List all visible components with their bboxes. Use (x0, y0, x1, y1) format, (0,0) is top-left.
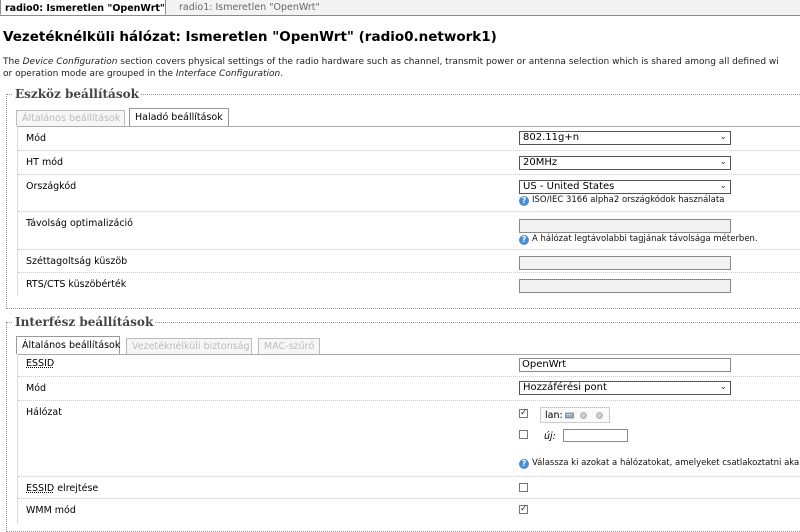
tab-radio0[interactable]: radio0: Ismeretlen "OpenWrt" (0, 0, 166, 15)
country-value: US - United States (523, 181, 615, 192)
network-hint-text: Válassza ki azokat a hálózatokat, amelye… (532, 458, 800, 468)
row-essid: ESSID OpenWrt (18, 355, 800, 377)
country-hint: ? ISO/IEC 3166 alpha2 országkódok használ… (519, 195, 724, 206)
page-description: The Device Configuration section covers … (3, 56, 800, 80)
network-hint: ? Válassza ki azokat a hálózatokat, amely… (519, 458, 800, 469)
essid-label-text: ESSID (26, 358, 55, 369)
new-network-label: új: (544, 431, 556, 442)
row-mode: Mód 802.11g+n ⌄ (18, 127, 800, 151)
iface-mode-value: Hozzáférési pont (523, 382, 607, 393)
country-hint-text: ISO/IEC 3166 alpha2 országkódok használa… (532, 195, 725, 205)
lan-checkbox[interactable]: ✓ (519, 409, 528, 418)
network-label: Hálózat (26, 407, 62, 418)
frag-label: Széttagoltság küszöb (26, 256, 128, 267)
radio-tab-bar: radio0: Ismeretlen "OpenWrt" radio1: Ism… (0, 0, 800, 16)
interface-settings-legend: Interfész beállítások (13, 315, 156, 329)
lan-label: lan: (545, 410, 563, 421)
distance-label: Távolság optimalizáció (26, 218, 133, 229)
essid-label: ESSID (26, 358, 54, 369)
frag-input[interactable] (519, 256, 731, 270)
desc-text: . (280, 69, 284, 79)
distance-hint: ? A hálózat legtávolabbi tagjának távolsá… (519, 234, 758, 245)
chevron-down-icon: ⌄ (719, 382, 727, 392)
tab-iface-security[interactable]: Vezetéknélküli biztonság (126, 338, 252, 354)
desc-em-interface: Interface Configuration (175, 69, 281, 79)
tab-device-general[interactable]: Általános beállítások (16, 110, 125, 126)
interface-settings-section: Interfész beállítások Általános beállítá… (6, 315, 800, 532)
row-htmode: HT mód 20MHz ⌄ (18, 151, 800, 175)
rts-input[interactable] (519, 279, 731, 293)
htmode-value: 20MHz (523, 157, 558, 168)
chevron-down-icon: ⌄ (719, 157, 727, 167)
mode-label: Mód (26, 133, 47, 144)
rts-label: RTS/CTS küszöbérték (26, 279, 127, 290)
hide-essid-checkbox[interactable] (519, 483, 528, 492)
device-settings-section: Eszköz beállítások Általános beállítások… (6, 87, 800, 309)
row-distance: Távolság optimalizáció ? A hálózat legtáv… (18, 212, 800, 250)
essid-input[interactable]: OpenWrt (519, 358, 731, 372)
row-wmm: WMM mód ✓ (18, 499, 800, 523)
wmm-label: WMM mód (26, 505, 76, 516)
wmm-checkbox[interactable]: ✓ (519, 505, 528, 514)
htmode-select[interactable]: 20MHz ⌄ (519, 156, 731, 170)
htmode-label: HT mód (26, 157, 64, 168)
chevron-down-icon: ⌄ (719, 132, 727, 142)
wifi-disabled-icon (580, 412, 587, 419)
chevron-down-icon: ⌄ (719, 181, 727, 191)
distance-input[interactable] (519, 219, 731, 233)
iface-mode-select[interactable]: Hozzáférési pont ⌄ (519, 381, 731, 395)
row-hide-essid: ESSID elrejtése (18, 477, 800, 499)
tab-iface-general[interactable]: Általános beállítások (16, 336, 120, 354)
wifi-disabled-icon (596, 412, 603, 419)
lan-network-item[interactable]: lan: (540, 407, 610, 423)
network-switch-icon (565, 412, 574, 419)
desc-em-device: Device Configuration (22, 57, 118, 67)
tab-device-advanced[interactable]: Haladó beállítások (129, 108, 229, 126)
mode-value: 802.11g+n (523, 132, 580, 143)
hide-essid-label-text: elrejtése (54, 483, 99, 494)
row-frag: Széttagoltság küszöb (18, 250, 800, 273)
page-title: Vezetéknélküli hálózat: Ismeretlen "Open… (3, 29, 497, 45)
help-icon: ? (519, 235, 529, 245)
new-network-input[interactable] (563, 429, 628, 442)
row-iface-mode: Mód Hozzáférési pont ⌄ (18, 377, 800, 401)
iface-mode-label: Mód (26, 383, 47, 394)
row-country: Országkód US - United States ⌄ ? ISO/IEC 3… (18, 175, 800, 212)
row-rts: RTS/CTS küszöbérték (18, 273, 800, 297)
row-network: Hálózat ✓ lan: új: ? Válassza ki azokat a… (18, 401, 800, 477)
hide-essid-abbr: ESSID (26, 483, 55, 494)
desc-text: The (3, 57, 23, 67)
device-settings-legend: Eszköz beállítások (13, 87, 141, 101)
new-network-checkbox[interactable] (519, 430, 528, 439)
iface-general-panel: ESSID OpenWrt Mód Hozzáférési pont ⌄ Háló… (17, 354, 800, 524)
help-icon: ? (519, 459, 529, 469)
tab-radio1[interactable]: radio1: Ismeretlen "OpenWrt" (179, 0, 320, 15)
hide-essid-label: ESSID elrejtése (26, 483, 98, 494)
country-label: Országkód (26, 181, 77, 192)
desc-text: or operation mode are grouped in the (3, 69, 176, 79)
distance-hint-text: A hálózat legtávolabbi tagjának távolság… (532, 234, 758, 244)
tab-iface-macfilter[interactable]: MAC-szűrő (258, 338, 320, 354)
mode-select[interactable]: 802.11g+n ⌄ (519, 131, 731, 145)
country-select[interactable]: US - United States ⌄ (519, 180, 731, 194)
help-icon: ? (519, 196, 529, 206)
desc-text: section covers physical settings of the … (117, 57, 779, 67)
device-advanced-panel: Mód 802.11g+n ⌄ HT mód 20MHz ⌄ Országkód U… (17, 126, 800, 296)
